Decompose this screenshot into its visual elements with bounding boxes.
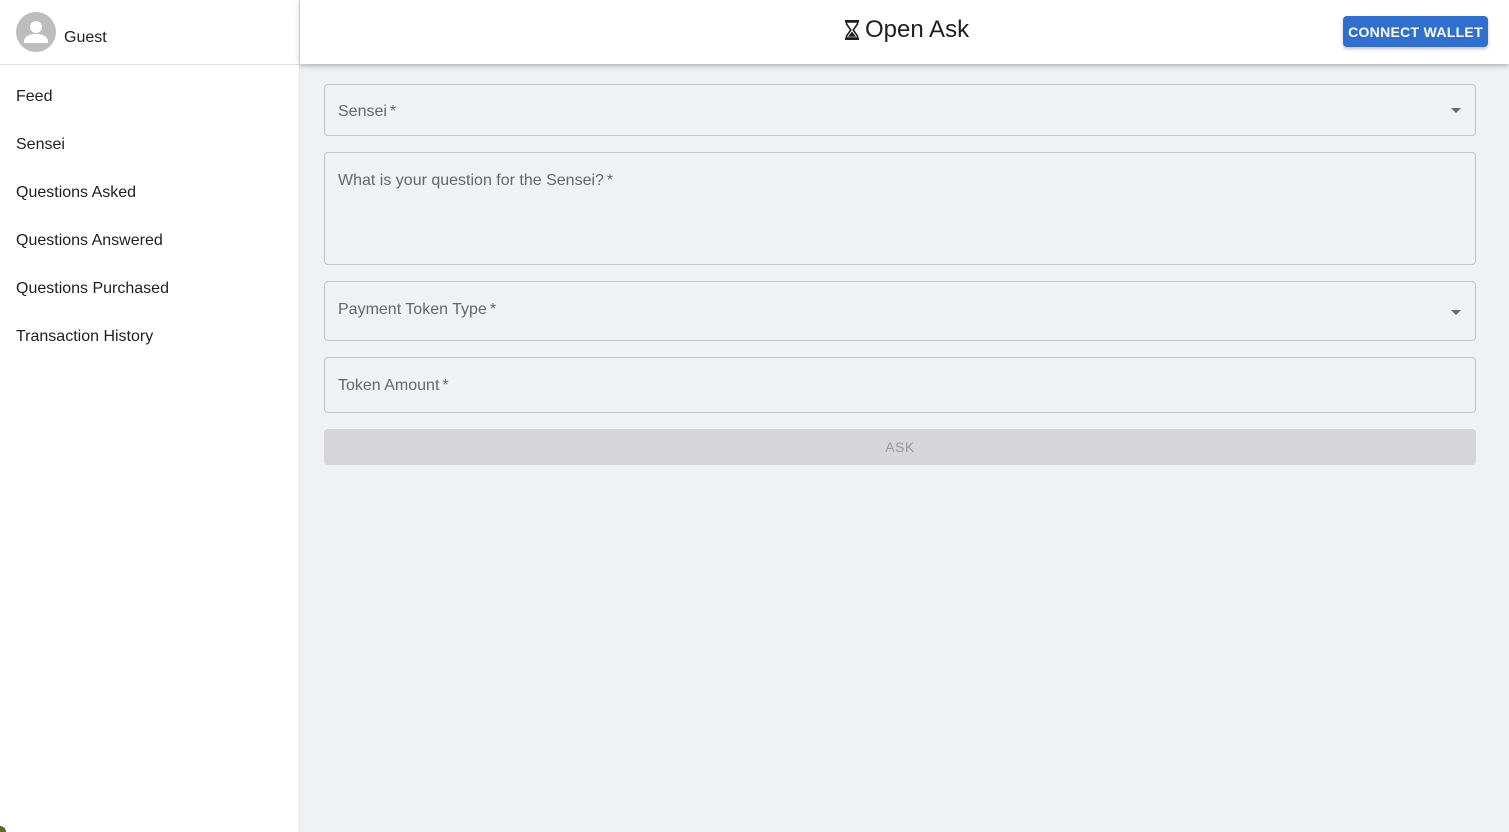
sidebar-item-feed[interactable]: Feed <box>0 73 299 121</box>
sidebar-item-questions-purchased[interactable]: Questions Purchased <box>0 265 299 313</box>
chevron-down-icon <box>1451 310 1461 315</box>
sensei-select[interactable]: Sensei * <box>324 84 1476 136</box>
brand: Open Ask <box>845 16 969 44</box>
sidebar-item-questions-answered[interactable]: Questions Answered <box>0 217 299 265</box>
hourglass-icon <box>845 20 859 40</box>
ask-form: Sensei * What is your question for the Se… <box>300 64 1509 832</box>
payment-token-label: Payment Token Type * <box>338 301 497 318</box>
sidebar-item-questions-asked[interactable]: Questions Asked <box>0 169 299 217</box>
connect-wallet-button[interactable]: CONNECT WALLET <box>1343 16 1488 47</box>
chevron-down-icon <box>1451 108 1461 113</box>
app-root: Guest Feed Sensei Questions Asked Questi… <box>0 0 1509 832</box>
sidebar-nav: Feed Sensei Questions Asked Questions An… <box>0 65 299 361</box>
token-amount-label: Token Amount * <box>338 377 449 394</box>
question-label: What is your question for the Sensei? * <box>338 172 614 189</box>
token-amount-field[interactable]: Token Amount * <box>324 357 1476 413</box>
app-title: Open Ask <box>865 16 970 43</box>
person-icon <box>24 21 48 43</box>
sidebar-item-transaction-history[interactable]: Transaction History <box>0 313 299 361</box>
ask-button[interactable]: ASK <box>324 429 1476 465</box>
question-textarea[interactable]: What is your question for the Sensei? * <box>324 152 1476 265</box>
avatar <box>16 12 56 52</box>
user-profile[interactable]: Guest <box>0 0 299 65</box>
user-name: Guest <box>64 29 107 46</box>
sensei-label: Sensei * <box>338 103 397 120</box>
sidebar-item-sensei[interactable]: Sensei <box>0 121 299 169</box>
app-header: Open Ask CONNECT WALLET <box>300 0 1509 64</box>
payment-token-select[interactable]: Payment Token Type * <box>324 281 1476 341</box>
sidebar: Guest Feed Sensei Questions Asked Questi… <box>0 0 300 832</box>
